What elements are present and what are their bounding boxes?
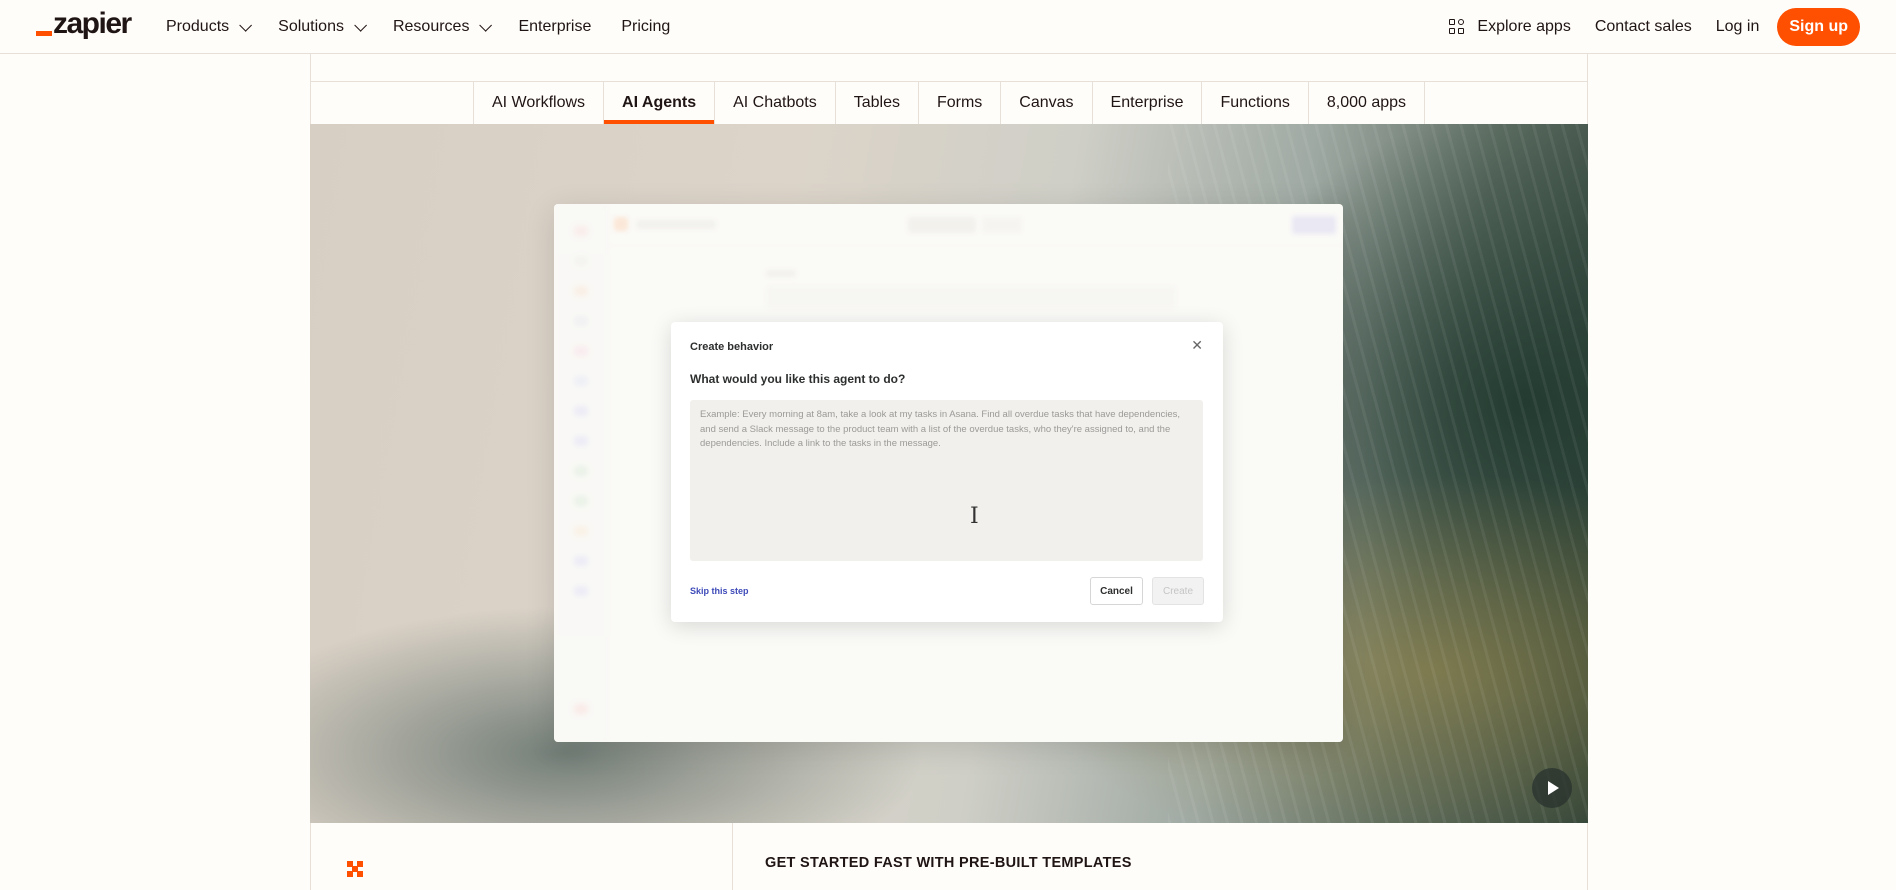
tab-ai-workflows[interactable]: AI Workflows	[474, 82, 605, 124]
text-cursor-icon: I	[970, 504, 979, 529]
dialog-question: What would you like this agent to do?	[690, 372, 906, 386]
tab-ai-chatbots[interactable]: AI Chatbots	[715, 82, 836, 124]
create-behavior-dialog: Create behavior ✕ What would you like th…	[671, 322, 1223, 622]
contact-sales-link[interactable]: Contact sales	[1595, 18, 1692, 36]
primary-nav: Products Solutions Resources Enterprise …	[166, 0, 700, 54]
app-screenshot: Create behavior ✕ What would you like th…	[554, 204, 1343, 742]
play-icon	[1548, 781, 1559, 795]
sign-up-button[interactable]: Sign up	[1777, 8, 1860, 46]
play-button[interactable]	[1532, 768, 1572, 808]
tab-canvas[interactable]: Canvas	[1001, 82, 1093, 124]
chevron-down-icon	[479, 18, 493, 32]
close-icon[interactable]: ✕	[1191, 337, 1203, 354]
secondary-nav: Explore apps Contact sales Log in Sign u…	[1425, 0, 1860, 54]
nav-products[interactable]: Products	[166, 18, 253, 36]
templates-section: GET STARTED FAST WITH PRE-BUILT TEMPLATE…	[310, 823, 1588, 890]
zapier-asterisk-icon	[347, 861, 363, 877]
log-in-link[interactable]: Log in	[1716, 18, 1760, 36]
skip-step-link[interactable]: Skip this step	[690, 586, 749, 596]
content-frame-top	[310, 54, 1588, 82]
nav-enterprise[interactable]: Enterprise	[518, 18, 591, 36]
product-tabs: AI Workflows AI Agents AI Chatbots Table…	[310, 82, 1588, 124]
behavior-textarea[interactable]: Example: Every morning at 8am, take a lo…	[690, 400, 1203, 561]
tab-forms[interactable]: Forms	[919, 82, 1002, 124]
nav-solutions[interactable]: Solutions	[278, 18, 367, 36]
tab-functions[interactable]: Functions	[1202, 82, 1309, 124]
zapier-logo[interactable]: zapier	[36, 7, 132, 41]
templates-heading: GET STARTED FAST WITH PRE-BUILT TEMPLATE…	[765, 855, 1132, 871]
cancel-button[interactable]: Cancel	[1090, 577, 1143, 605]
chevron-down-icon	[239, 18, 253, 32]
section-divider	[732, 823, 733, 890]
hero-video[interactable]: Create behavior ✕ What would you like th…	[310, 124, 1588, 823]
create-button[interactable]: Create	[1152, 577, 1204, 605]
explore-apps-link[interactable]: Explore apps	[1449, 18, 1571, 36]
tab-enterprise[interactable]: Enterprise	[1093, 82, 1203, 124]
tab-tables[interactable]: Tables	[836, 82, 919, 124]
nav-pricing[interactable]: Pricing	[621, 18, 670, 36]
tab-8000-apps[interactable]: 8,000 apps	[1309, 82, 1426, 124]
tab-ai-agents[interactable]: AI Agents	[604, 82, 716, 124]
nav-resources[interactable]: Resources	[393, 18, 493, 36]
chevron-down-icon	[354, 18, 367, 32]
top-navigation: zapier Products Solutions Resources Ente…	[0, 0, 1896, 54]
dialog-title: Create behavior	[690, 341, 774, 353]
apps-grid-icon	[1449, 19, 1465, 35]
textarea-placeholder: Example: Every morning at 8am, take a lo…	[700, 409, 1181, 449]
